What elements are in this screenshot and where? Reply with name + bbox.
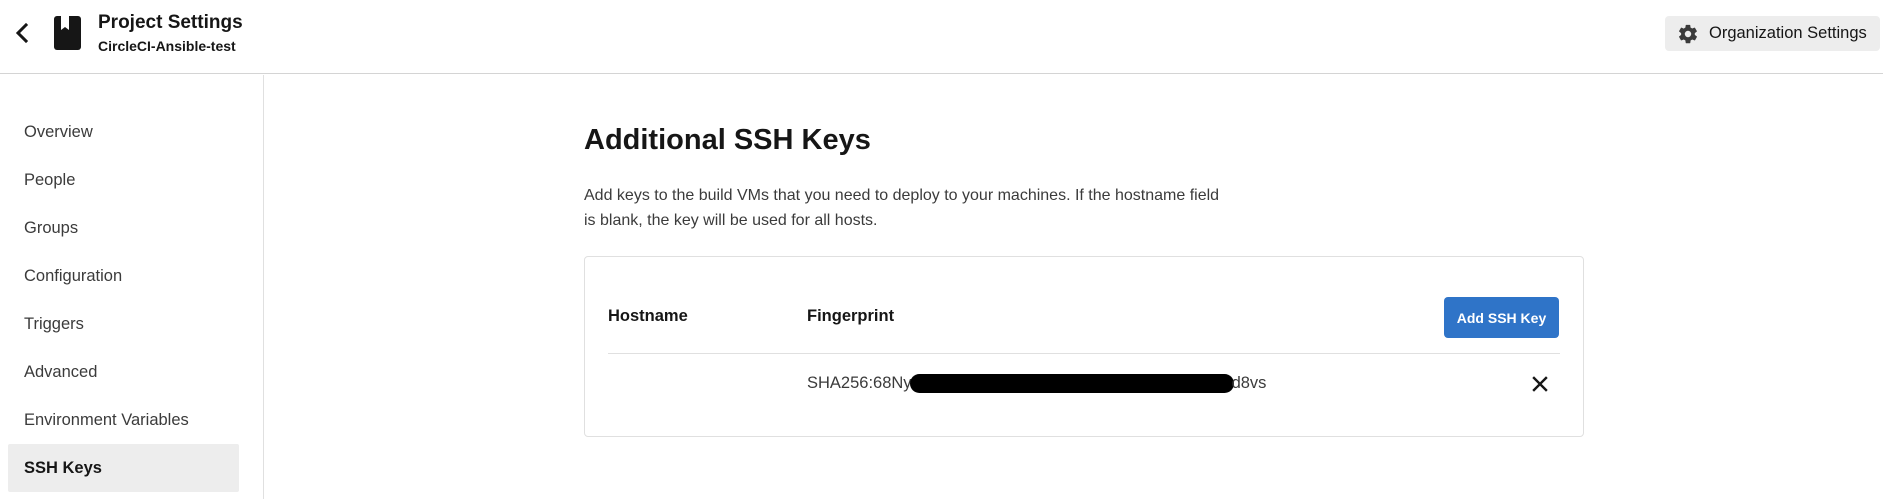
settings-sidebar: Overview People Groups Configuration Tri… (0, 75, 264, 499)
ssh-keys-table-card (584, 256, 1584, 437)
sidebar-item-label: Environment Variables (24, 410, 189, 429)
sidebar-item-label: Overview (24, 122, 93, 141)
gear-icon (1679, 24, 1697, 43)
sidebar-item-label: Groups (24, 218, 79, 237)
sidebar-item-label: SSH Keys (24, 458, 102, 477)
column-header-hostname: Hostname (608, 307, 688, 325)
sidebar-item-overview[interactable]: Overview (8, 108, 239, 156)
section-description: Add keys to the build VMs that you need … (584, 187, 1220, 229)
sidebar-item-configuration[interactable]: Configuration (8, 252, 239, 300)
sidebar-item-advanced[interactable]: Advanced (8, 348, 239, 396)
sidebar-item-people[interactable]: People (8, 156, 239, 204)
sidebar-item-groups[interactable]: Groups (8, 204, 239, 252)
sidebar-item-ssh-keys[interactable]: SSH Keys (8, 444, 239, 492)
fingerprint-prefix: SHA256:68Ny (807, 374, 912, 393)
delete-key-button[interactable] (1528, 372, 1552, 396)
project-name: CircleCI-Ansible-test (98, 38, 236, 54)
sidebar-item-label: People (24, 170, 76, 189)
organization-settings-label: Organization Settings (1709, 24, 1867, 42)
table-divider (608, 353, 1560, 354)
bookmark-book-icon (54, 16, 81, 50)
section-title: Additional SSH Keys (584, 124, 871, 156)
top-header: Project Settings CircleCI-Ansible-test O… (0, 0, 1883, 74)
close-icon (1532, 376, 1548, 392)
sidebar-item-environment-variables[interactable]: Environment Variables (8, 396, 239, 444)
column-header-fingerprint: Fingerprint (807, 307, 895, 325)
fingerprint-suffix: d8vs (1231, 374, 1267, 393)
back-button[interactable] (10, 20, 34, 46)
chevron-left-icon (15, 23, 29, 43)
organization-settings-button[interactable]: Organization Settings (1665, 16, 1880, 51)
sidebar-item-label: Advanced (24, 362, 98, 381)
table-row: SHA256:68Ny d8vs (807, 374, 1267, 394)
sidebar-item-triggers[interactable]: Triggers (8, 300, 239, 348)
add-ssh-key-button[interactable]: Add SSH Key (1444, 297, 1559, 338)
redaction-bar (909, 374, 1234, 394)
page-title: Project Settings (98, 12, 243, 33)
sidebar-item-label: Triggers (24, 314, 84, 333)
sidebar-item-label: Configuration (24, 266, 123, 285)
